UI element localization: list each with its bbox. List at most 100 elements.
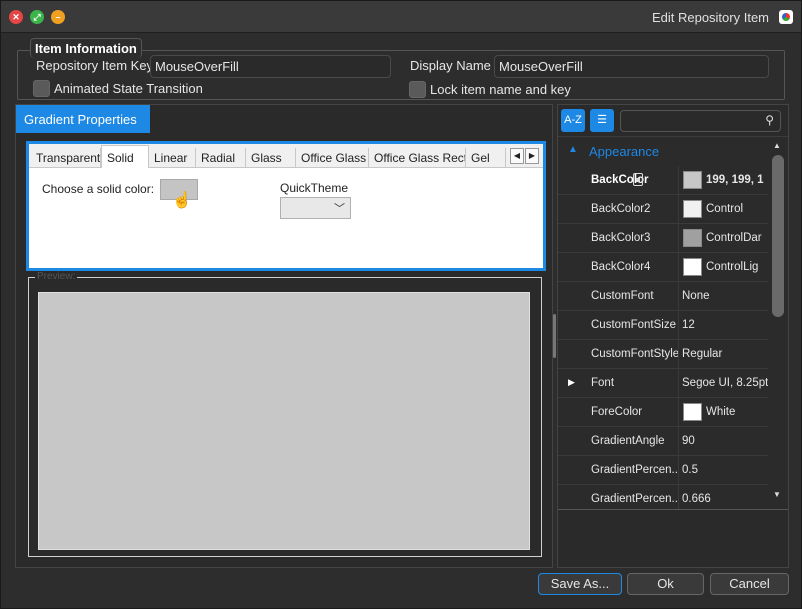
property-value[interactable]: 199, 199, 1 bbox=[679, 166, 768, 195]
property-name: BackColor2 bbox=[588, 195, 679, 224]
minimize-icon: – bbox=[55, 12, 61, 22]
category-label: Appearance bbox=[589, 144, 660, 159]
tab-gel[interactable]: Gel bbox=[466, 148, 506, 168]
property-value[interactable]: 90 bbox=[679, 427, 768, 456]
property-row-gutter bbox=[558, 311, 588, 340]
property-search-input[interactable]: ⚲ bbox=[620, 110, 781, 132]
lock-item-label: Lock item name and key bbox=[430, 82, 571, 97]
gradient-tabs: Transparent Solid Linear Radial Glass Of… bbox=[26, 141, 546, 271]
chevron-down-icon: ﹀ bbox=[334, 203, 345, 215]
lock-item-checkbox[interactable] bbox=[409, 81, 426, 98]
property-grid-scrollbar[interactable]: ▲ ▼ bbox=[768, 137, 788, 509]
property-name: CustomFontStyle bbox=[588, 340, 679, 369]
save-as-button[interactable]: Save As... bbox=[538, 573, 622, 595]
property-row-gutter bbox=[558, 427, 588, 456]
property-value-text: ControlDar bbox=[706, 232, 762, 244]
preview-label: Preview: bbox=[35, 271, 78, 282]
tab-office-glass[interactable]: Office Glass bbox=[296, 148, 369, 168]
preview-group: Preview: bbox=[28, 271, 542, 557]
tab-office-glass-rect[interactable]: Office Glass Rect bbox=[369, 148, 466, 168]
property-value[interactable]: ControlLig bbox=[679, 253, 768, 282]
list-icon: ☰ bbox=[597, 114, 607, 126]
property-name: GradientAngle bbox=[588, 427, 679, 456]
property-value-text: White bbox=[706, 406, 736, 418]
sort-alphabetical-button[interactable]: A-Z bbox=[561, 109, 585, 132]
property-row[interactable]: BackColor2 Control bbox=[558, 195, 768, 224]
tab-solid[interactable]: Solid bbox=[101, 145, 149, 169]
property-row-gutter bbox=[558, 224, 588, 253]
minimize-button[interactable]: – bbox=[51, 10, 65, 24]
close-icon: ✕ bbox=[12, 12, 20, 22]
quicktheme-dropdown[interactable]: ﹀ bbox=[280, 197, 351, 219]
property-name: BackColor3 bbox=[588, 224, 679, 253]
color-swatch bbox=[683, 258, 702, 276]
color-swatch bbox=[683, 171, 702, 189]
gradient-properties-panel: Gradient Properties Transparent Solid Li… bbox=[15, 104, 553, 568]
property-grid-panel: A-Z ☰ ⚲ ▲ Appearance BackColor 199, 199, … bbox=[557, 104, 789, 568]
property-row-gutter bbox=[558, 340, 588, 369]
categorized-view-button[interactable]: ☰ bbox=[590, 109, 614, 132]
property-row[interactable]: BackColor4 ControlLig bbox=[558, 253, 768, 282]
property-name: ForeColor bbox=[588, 398, 679, 427]
gradient-properties-header: Gradient Properties bbox=[16, 105, 150, 133]
cancel-button[interactable]: Cancel bbox=[710, 573, 789, 595]
property-grid: ▲ Appearance BackColor 199, 199, 1 BackCol… bbox=[558, 136, 788, 509]
property-name: CustomFontSize bbox=[588, 311, 679, 340]
property-row-gutter bbox=[558, 398, 588, 427]
property-row[interactable]: GradientPercen... 0.5 bbox=[558, 456, 768, 485]
display-name-input[interactable]: MouseOverFill bbox=[494, 55, 769, 78]
property-value[interactable]: Regular bbox=[679, 340, 768, 369]
property-value[interactable]: Segoe UI, 8.25pt bbox=[679, 369, 768, 398]
property-row[interactable]: CustomFontSize 12 bbox=[558, 311, 768, 340]
property-value[interactable]: ControlDar bbox=[679, 224, 768, 253]
arrow-left-icon: ◀ bbox=[513, 151, 521, 160]
property-value[interactable]: 0.666 bbox=[679, 485, 768, 509]
solid-tab-content: Choose a solid color: ☝ QuickTheme ﹀ bbox=[29, 168, 543, 268]
property-row[interactable]: ▶ Font Segoe UI, 8.25pt bbox=[558, 369, 768, 398]
item-information-title: Item Information bbox=[30, 38, 142, 58]
property-row[interactable]: CustomFontStyle Regular bbox=[558, 340, 768, 369]
property-value[interactable]: 12 bbox=[679, 311, 768, 340]
app-logo-icon bbox=[779, 10, 793, 24]
panel-splitter-handle[interactable] bbox=[553, 314, 556, 358]
tab-scroll-right-button[interactable]: ▶ bbox=[525, 148, 539, 164]
repository-item-key-label: Repository Item Key bbox=[36, 58, 154, 73]
window-title: Edit Repository Item bbox=[651, 10, 769, 25]
tab-radial[interactable]: Radial bbox=[196, 148, 246, 168]
search-icon: ⚲ bbox=[765, 113, 774, 127]
property-value-text: 12 bbox=[682, 319, 695, 331]
animated-state-checkbox[interactable] bbox=[33, 80, 50, 97]
tab-scroll-left-button[interactable]: ◀ bbox=[510, 148, 524, 164]
tab-glass[interactable]: Glass bbox=[246, 148, 296, 168]
property-value[interactable]: 0.5 bbox=[679, 456, 768, 485]
property-row-gutter: ▶ bbox=[558, 369, 588, 398]
property-value-text: Control bbox=[706, 203, 744, 215]
property-row[interactable]: BackColor3 ControlDar bbox=[558, 224, 768, 253]
scrollbar-thumb[interactable] bbox=[772, 155, 784, 317]
expand-arrow-icon[interactable]: ▶ bbox=[568, 377, 575, 388]
property-value[interactable]: None bbox=[679, 282, 768, 311]
property-value[interactable]: White bbox=[679, 398, 768, 427]
property-name: CustomFont bbox=[588, 282, 679, 311]
property-row-gutter bbox=[558, 166, 588, 195]
tab-linear[interactable]: Linear bbox=[149, 148, 196, 168]
collapse-arrow-icon: ▲ bbox=[568, 144, 578, 155]
property-row[interactable]: CustomFont None bbox=[558, 282, 768, 311]
close-button[interactable]: ✕ bbox=[9, 10, 23, 24]
category-appearance[interactable]: ▲ Appearance bbox=[558, 137, 768, 166]
property-row-gutter bbox=[558, 456, 588, 485]
property-row[interactable]: GradientPercen... 0.666 bbox=[558, 485, 768, 509]
property-value[interactable]: Control bbox=[679, 195, 768, 224]
property-row[interactable]: BackColor 199, 199, 1 bbox=[558, 166, 768, 195]
tab-transparent[interactable]: Transparent bbox=[31, 148, 101, 168]
maximize-button[interactable]: ⤢ bbox=[30, 10, 44, 24]
color-swatch bbox=[683, 229, 702, 247]
ok-button[interactable]: Ok bbox=[627, 573, 704, 595]
property-row-gutter bbox=[558, 485, 588, 509]
property-row[interactable]: ForeColor White bbox=[558, 398, 768, 427]
property-row[interactable]: GradientAngle 90 bbox=[558, 427, 768, 456]
repository-item-key-input[interactable]: MouseOverFill bbox=[150, 55, 391, 78]
property-grid-toolbar: A-Z ☰ ⚲ bbox=[558, 105, 788, 136]
title-bar: ✕ ⤢ – Edit Repository Item bbox=[1, 1, 801, 33]
preview-canvas bbox=[38, 292, 530, 550]
